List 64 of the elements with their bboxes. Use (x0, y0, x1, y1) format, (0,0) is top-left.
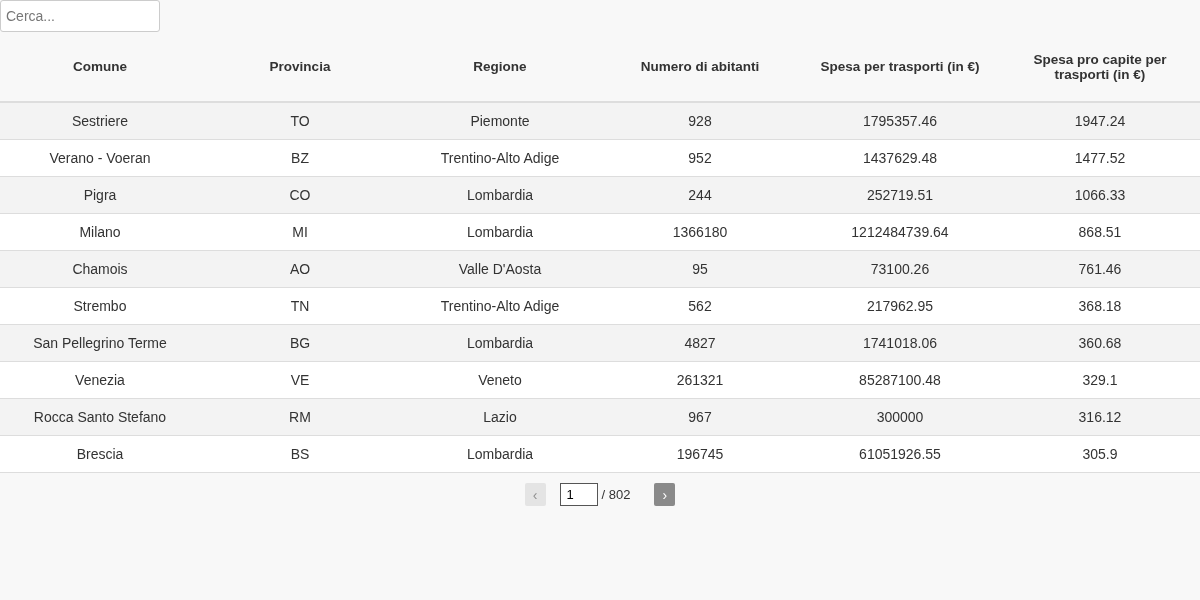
table-cell: Strembo (0, 287, 200, 325)
table-cell: CO (200, 176, 400, 214)
table-cell: 1212484739.64 (800, 213, 1000, 251)
next-page-button[interactable]: › (654, 483, 676, 506)
table-cell: 305.9 (1000, 435, 1200, 473)
table-cell: 928 (600, 102, 800, 140)
table-cell: 1795357.46 (800, 102, 1000, 140)
table-cell: 85287100.48 (800, 361, 1000, 399)
table-cell: San Pellegrino Terme (0, 324, 200, 362)
table-cell: 967 (600, 398, 800, 436)
table-cell: BZ (200, 139, 400, 177)
table-cell: 1066.33 (1000, 176, 1200, 214)
table-cell: 1366180 (600, 213, 800, 251)
table-cell: MI (200, 213, 400, 251)
table-cell: Lazio (400, 398, 600, 436)
table-cell: 360.68 (1000, 324, 1200, 362)
table-cell: 95 (600, 250, 800, 288)
table-cell: RM (200, 398, 400, 436)
table-cell: TN (200, 287, 400, 325)
table-cell: Lombardia (400, 176, 600, 214)
table-cell: Venezia (0, 361, 200, 399)
table-cell: BG (200, 324, 400, 362)
page-total: / 802 (601, 487, 631, 502)
table-cell: Trentino-Alto Adige (400, 287, 600, 325)
table-cell: 261321 (600, 361, 800, 399)
table-cell: 562 (600, 287, 800, 325)
table-cell: 1741018.06 (800, 324, 1000, 362)
table-cell: Lombardia (400, 324, 600, 362)
table-cell: Lombardia (400, 213, 600, 251)
table-cell: Valle D'Aosta (400, 250, 600, 288)
table-cell: Pigra (0, 176, 200, 214)
table-cell: Piemonte (400, 102, 600, 140)
table-cell: 196745 (600, 435, 800, 473)
table-cell: 368.18 (1000, 287, 1200, 325)
table-cell: 761.46 (1000, 250, 1200, 288)
table-cell: 4827 (600, 324, 800, 362)
table-cell: 952 (600, 139, 800, 177)
table-cell: TO (200, 102, 400, 140)
table-cell: 73100.26 (800, 250, 1000, 288)
table-cell: 252719.51 (800, 176, 1000, 214)
table-cell: 217962.95 (800, 287, 1000, 325)
table-cell: 1437629.48 (800, 139, 1000, 177)
table-cell: 244 (600, 176, 800, 214)
table-cell: VE (200, 361, 400, 399)
table-cell: Rocca Santo Stefano (0, 398, 200, 436)
table-cell: 329.1 (1000, 361, 1200, 399)
table-cell: Sestriere (0, 102, 200, 140)
table-cell: Veneto (400, 361, 600, 399)
table-cell: Milano (0, 213, 200, 251)
table-cell: Brescia (0, 435, 200, 473)
table-cell: 1947.24 (1000, 102, 1200, 140)
table-cell: AO (200, 250, 400, 288)
page-number-field[interactable]: 1 (559, 483, 598, 506)
table-cell: BS (200, 435, 400, 473)
table-cell: Trentino-Alto Adige (400, 139, 600, 177)
table-cell: 1477.52 (1000, 139, 1200, 177)
table-cell: 868.51 (1000, 213, 1200, 251)
table-cell: 61051926.55 (800, 435, 1000, 473)
table-cell: Lombardia (400, 435, 600, 473)
table-cell: Verano - Voeran (0, 139, 200, 177)
table-cell: 300000 (800, 398, 1000, 436)
search-field[interactable]: Cerca... (0, 0, 160, 32)
table-cell: 316.12 (1000, 398, 1200, 436)
table-cell: Chamois (0, 250, 200, 288)
